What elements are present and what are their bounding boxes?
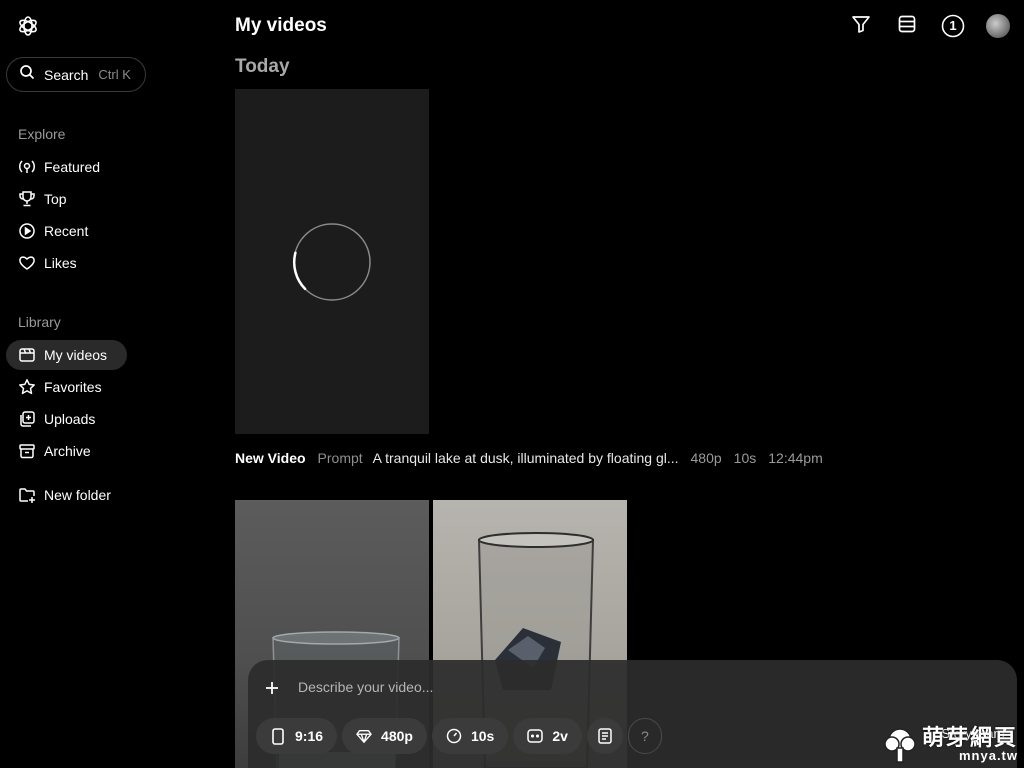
sidebar-item-uploads[interactable]: Uploads bbox=[6, 404, 127, 434]
resolution-button[interactable]: 480p bbox=[342, 718, 427, 754]
video-time: 12:44pm bbox=[768, 450, 823, 466]
portrait-phone-icon bbox=[270, 727, 286, 745]
notification-count: 1 bbox=[949, 18, 957, 33]
variations-button[interactable]: 2v bbox=[513, 718, 582, 754]
variations-icon bbox=[527, 728, 544, 744]
archive-icon bbox=[18, 442, 36, 460]
sidebar-item-label: Top bbox=[44, 191, 67, 207]
resolution-value: 480p bbox=[381, 728, 413, 744]
video-meta-row: New Video Prompt A tranquil lake at dusk… bbox=[235, 450, 823, 466]
featured-icon bbox=[18, 158, 36, 176]
new-folder-button[interactable]: New folder bbox=[6, 480, 136, 510]
sidebar-item-my-videos[interactable]: My videos bbox=[6, 340, 127, 370]
trophy-icon bbox=[18, 190, 36, 208]
filter-icon bbox=[851, 14, 871, 39]
new-folder-label: New folder bbox=[44, 487, 111, 503]
top-toolbar: 1 bbox=[828, 13, 1010, 39]
star-icon bbox=[18, 378, 36, 396]
duration-value: 10s bbox=[470, 728, 495, 744]
sidebar-item-label: Archive bbox=[44, 443, 91, 459]
timer-icon bbox=[446, 728, 462, 744]
sidebar-item-label: Recent bbox=[44, 223, 89, 239]
sidebar-item-likes[interactable]: Likes bbox=[6, 248, 127, 278]
layout-icon bbox=[897, 14, 917, 39]
aspect-ratio-value: 9:16 bbox=[295, 728, 324, 744]
sidebar-item-label: My videos bbox=[44, 347, 108, 363]
sidebar-item-label: Favorites bbox=[44, 379, 102, 395]
layout-button[interactable] bbox=[894, 13, 920, 39]
notification-button[interactable]: 1 bbox=[940, 13, 966, 39]
watermark-title: 萌芽網頁 bbox=[921, 724, 1018, 750]
uploads-icon bbox=[18, 410, 36, 428]
play-circle-icon bbox=[18, 222, 36, 240]
search-button[interactable]: Search Ctrl K bbox=[6, 57, 146, 92]
sidebar-item-archive[interactable]: Archive bbox=[6, 436, 127, 466]
sidebar-item-label: Uploads bbox=[44, 411, 96, 427]
date-group-label: Today bbox=[235, 56, 290, 77]
avatar[interactable] bbox=[986, 14, 1010, 38]
video-title[interactable]: New Video bbox=[235, 450, 306, 466]
video-prompt[interactable]: A tranquil lake at dusk, illuminated by … bbox=[373, 450, 679, 466]
duration-button[interactable]: 10s bbox=[431, 718, 509, 754]
diamond-icon bbox=[356, 728, 372, 744]
search-shortcut: Ctrl K bbox=[98, 67, 131, 82]
page-title: My videos bbox=[235, 15, 327, 36]
video-resolution: 480p bbox=[690, 450, 722, 466]
document-icon bbox=[597, 728, 613, 744]
sidebar-item-label: Featured bbox=[44, 159, 101, 175]
aspect-ratio-button[interactable]: 9:16 bbox=[256, 718, 338, 754]
loading-spinner-icon bbox=[292, 223, 371, 301]
sidebar-item-favorites[interactable]: Favorites bbox=[6, 372, 127, 402]
watermark-domain: mnya.tw bbox=[958, 747, 1018, 763]
new-folder-icon bbox=[18, 486, 36, 504]
add-attachment-button[interactable] bbox=[264, 678, 280, 700]
plus-icon bbox=[266, 682, 278, 694]
watermark: 萌芽網頁 mnya.tw bbox=[880, 724, 1018, 764]
search-icon bbox=[19, 64, 35, 85]
video-duration: 10s bbox=[733, 450, 757, 466]
video-kind: Prompt bbox=[317, 450, 363, 466]
prompt-input[interactable] bbox=[298, 679, 858, 695]
sidebar: Search Ctrl K Explore Featured Top Recen… bbox=[0, 0, 220, 768]
composer-options: 9:16 480p 10s 2v ? bbox=[256, 718, 667, 754]
heart-icon bbox=[18, 254, 36, 272]
sidebar-item-top[interactable]: Top bbox=[6, 184, 127, 214]
sidebar-item-featured[interactable]: Featured bbox=[6, 152, 127, 182]
filter-button[interactable] bbox=[848, 13, 874, 39]
openai-logo-icon[interactable] bbox=[16, 14, 40, 38]
tree-logo-icon bbox=[884, 728, 916, 763]
variations-value: 2v bbox=[552, 728, 568, 744]
library-section-label: Library bbox=[18, 314, 61, 330]
video-icon bbox=[18, 346, 36, 364]
explore-section-label: Explore bbox=[18, 126, 66, 142]
sidebar-item-label: Likes bbox=[44, 255, 77, 271]
help-label: ? bbox=[640, 728, 649, 744]
video-card-loading[interactable] bbox=[235, 89, 429, 434]
search-label: Search bbox=[44, 66, 89, 83]
presets-button[interactable] bbox=[586, 718, 623, 754]
sidebar-item-recent[interactable]: Recent bbox=[6, 216, 127, 246]
help-button[interactable]: ? bbox=[627, 718, 662, 754]
